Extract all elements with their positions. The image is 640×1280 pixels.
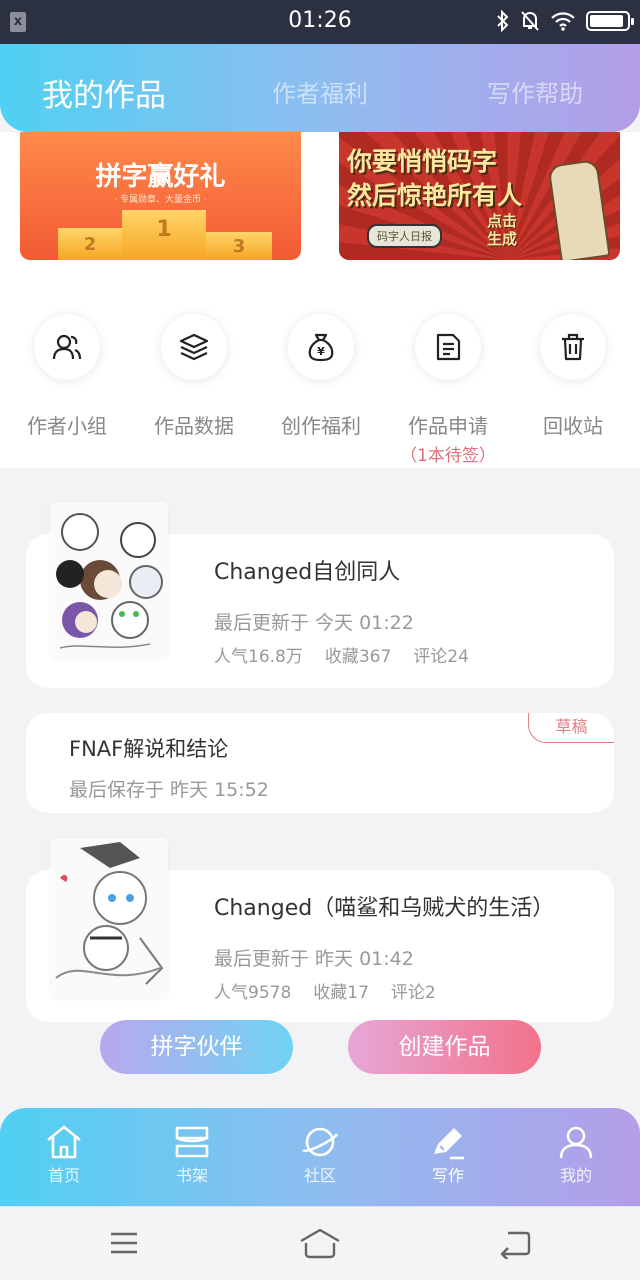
trash-icon xyxy=(540,314,606,380)
nav-home[interactable]: 首页 xyxy=(0,1124,128,1186)
work-title: Changed自创同人 xyxy=(214,560,401,585)
action-creation-benefits[interactable]: ¥ 创作福利 xyxy=(256,314,386,439)
banner-line-1: 你要悄悄码字 xyxy=(347,147,498,176)
back-icon[interactable] xyxy=(498,1227,532,1259)
comments-stat: 评论2 xyxy=(390,983,436,1003)
podium-third: 3 xyxy=(206,232,272,260)
status-bar: x 01:26 xyxy=(0,0,640,44)
planet-icon xyxy=(301,1127,339,1157)
money-bag-icon: ¥ xyxy=(288,314,354,380)
mute-icon xyxy=(521,11,539,31)
tab-author-benefits[interactable]: 作者福利 xyxy=(272,74,368,109)
popularity-stat: 人气9578 xyxy=(214,983,292,1003)
popularity-stat: 人气16.8万 xyxy=(214,647,303,667)
action-label: 作者小组 xyxy=(27,414,107,438)
banner-title: 拼字赢好礼 xyxy=(95,162,226,192)
bookshelf-icon xyxy=(175,1126,209,1158)
user-icon xyxy=(559,1126,593,1159)
system-nav-bar xyxy=(0,1206,640,1280)
status-icons xyxy=(496,10,634,32)
nav-label: 写作 xyxy=(431,1166,464,1185)
work-stats: 人气9578 收藏17 评论2 xyxy=(214,978,436,1003)
nav-label: 首页 xyxy=(47,1166,80,1185)
banner-line-2: 然后惊艳所有人 xyxy=(347,181,523,210)
podium-second: 2 xyxy=(58,228,122,260)
work-cover[interactable] xyxy=(50,838,168,998)
menu-icon[interactable] xyxy=(108,1227,140,1259)
work-updated: 最后更新于 昨天 01:42 xyxy=(214,948,414,970)
pending-sign-count: （1本待签） xyxy=(400,446,496,466)
draft-saved: 最后保存于 昨天 15:52 xyxy=(69,779,269,801)
wifi-icon xyxy=(551,12,575,31)
action-label: 作品申请 xyxy=(408,414,488,438)
nav-community[interactable]: 社区 xyxy=(256,1124,384,1186)
draft-title: FNAF解说和结论 xyxy=(69,737,229,761)
favorites-stat: 收藏367 xyxy=(324,647,392,667)
nav-label: 书架 xyxy=(175,1166,208,1185)
battery-icon xyxy=(586,11,634,31)
pen-icon xyxy=(434,1128,464,1160)
nav-me[interactable]: 我的 xyxy=(512,1124,640,1186)
tab-my-works[interactable]: 我的作品 xyxy=(42,70,166,115)
writing-partner-button[interactable]: 拼字伙伴 xyxy=(100,1020,293,1074)
action-label: 创作福利 xyxy=(281,414,361,438)
work-stats: 人气16.8万 收藏367 评论24 xyxy=(214,642,469,667)
work-title: Changed（喵鲨和乌贼犬的生活） xyxy=(214,896,555,921)
nav-write[interactable]: 写作 xyxy=(384,1124,512,1186)
banner-tag: 码字人日报 xyxy=(367,224,442,248)
tab-writing-help[interactable]: 写作帮助 xyxy=(487,74,583,109)
svg-text:¥: ¥ xyxy=(317,345,325,358)
document-icon xyxy=(415,314,481,380)
action-work-application[interactable]: 作品申请 （1本待签） xyxy=(383,314,513,466)
work-cover[interactable] xyxy=(50,502,168,658)
home-icon xyxy=(47,1125,81,1159)
action-label: 作品数据 xyxy=(154,414,234,438)
action-recycle-bin[interactable]: 回收站 xyxy=(508,314,638,439)
draft-card[interactable]: FNAF解说和结论 最后保存于 昨天 15:52 草稿 xyxy=(26,713,614,813)
nav-label: 社区 xyxy=(303,1166,336,1185)
banner-word-contest[interactable]: 拼字赢好礼 · 专属勋章、大量金币 · 2 1 3 xyxy=(20,132,301,260)
action-work-data[interactable]: 作品数据 xyxy=(129,314,259,439)
action-row: 作者小组 作品数据 ¥ 创作福利 作品申请 （1本待签） 回收站 xyxy=(0,262,640,468)
banner-subtitle: · 专属勋章、大量金币 · xyxy=(114,195,207,205)
banner-cta: 点击 生成 xyxy=(487,212,518,248)
draft-badge: 草稿 xyxy=(528,713,614,743)
favorites-stat: 收藏17 xyxy=(313,983,369,1003)
bluetooth-icon xyxy=(497,10,509,32)
banner-daily-writing[interactable]: 你要悄悄码字 然后惊艳所有人 码字人日报 点击 生成 xyxy=(339,132,620,260)
fist-illustration xyxy=(547,158,611,260)
nav-bookshelf[interactable]: 书架 xyxy=(128,1124,256,1186)
podium-first: 1 xyxy=(122,210,206,260)
users-icon xyxy=(34,314,100,380)
action-label: 回收站 xyxy=(543,414,603,438)
nav-label: 我的 xyxy=(559,1166,592,1185)
comments-stat: 评论24 xyxy=(413,647,469,667)
bottom-nav: 首页 书架 社区 写作 我的 xyxy=(0,1108,640,1206)
create-work-button[interactable]: 创建作品 xyxy=(348,1020,541,1074)
layers-icon xyxy=(161,314,227,380)
work-updated: 最后更新于 今天 01:22 xyxy=(214,612,414,634)
home-icon[interactable] xyxy=(298,1227,342,1259)
action-author-group[interactable]: 作者小组 xyxy=(2,314,132,439)
top-tab-bar: 我的作品 作者福利 写作帮助 xyxy=(0,44,640,132)
